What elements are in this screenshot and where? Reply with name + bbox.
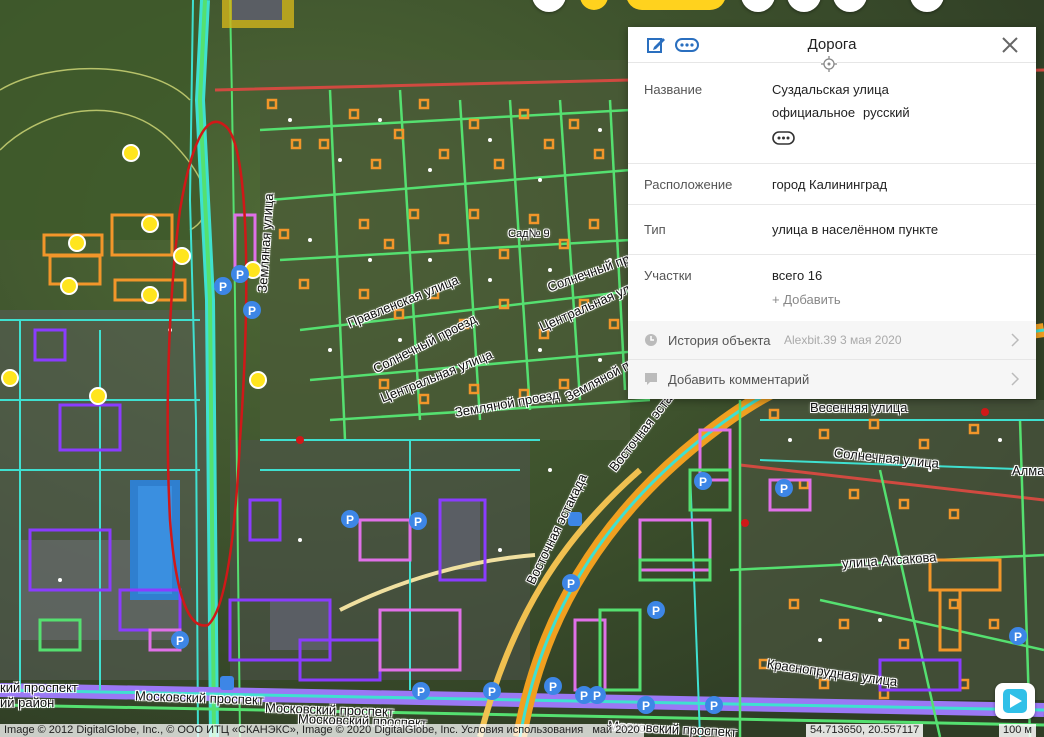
- map-label-street: Весенняя улица: [810, 400, 908, 415]
- map-label-district: ий район: [0, 695, 55, 710]
- svg-text:P: P: [417, 685, 425, 699]
- svg-text:P: P: [176, 634, 184, 648]
- history-row[interactable]: История объекта Alexbit.39 3 мая 2020: [628, 321, 1036, 360]
- compass-icon: [910, 0, 944, 12]
- play-arrow-icon: [1003, 689, 1027, 713]
- svg-text:P: P: [699, 475, 707, 489]
- svg-text:P: P: [346, 513, 354, 527]
- more-names-icon[interactable]: [772, 129, 796, 147]
- name-value[interactable]: Суздальская улица: [772, 82, 889, 97]
- sections-row: Участки всего 16 + Добавить: [628, 255, 1036, 321]
- svg-text:P: P: [580, 689, 588, 703]
- svg-text:P: P: [248, 304, 256, 318]
- sections-label: Участки: [644, 268, 692, 283]
- navigation-button[interactable]: [995, 683, 1035, 719]
- map-label-street: кий проспект: [0, 680, 78, 695]
- add-section-link[interactable]: + Добавить: [772, 292, 841, 307]
- svg-text:P: P: [219, 280, 227, 294]
- svg-text:P: P: [642, 699, 650, 713]
- name-label: Название: [644, 82, 703, 97]
- svg-text:P: P: [236, 268, 244, 282]
- name-type: официальное: [772, 105, 856, 120]
- coordinates-readout: 54.713650, 20.557117: [806, 724, 924, 737]
- svg-text:P: P: [567, 577, 575, 591]
- compass-button[interactable]: [910, 0, 944, 12]
- scale-bar: 100 м: [999, 724, 1036, 737]
- object-info-panel: Дорога Название Суздальская улица официа…: [628, 27, 1036, 399]
- name-lang: русский: [863, 105, 910, 120]
- svg-text:P: P: [593, 689, 601, 703]
- type-row: Тип улица в населённом пункте: [628, 205, 1036, 255]
- chevron-right-icon: [1010, 332, 1020, 348]
- history-meta: Alexbit.39 3 мая 2020: [784, 333, 902, 347]
- panel-header: Дорога: [628, 27, 1036, 72]
- sections-value: всего 16: [772, 268, 823, 283]
- chevron-right-icon: [1010, 371, 1020, 387]
- svg-text:P: P: [652, 604, 660, 618]
- comment-row[interactable]: Добавить комментарий: [628, 360, 1036, 399]
- svg-text:P: P: [549, 680, 557, 694]
- comment-icon: [644, 372, 658, 386]
- map-label-poi: Алмаз: [1012, 463, 1044, 478]
- map-label-garden: Сад№ 9: [508, 228, 550, 240]
- close-icon[interactable]: [1000, 35, 1020, 55]
- panel-title: Дорога: [807, 36, 857, 53]
- location-label: Расположение: [644, 177, 733, 192]
- location-row: Расположение город Калининград: [628, 164, 1036, 205]
- name-row: Название Суздальская улица официальное р…: [628, 63, 1036, 164]
- clock-icon: [644, 333, 658, 347]
- history-label: История объекта: [668, 333, 771, 348]
- copyright-text: Image © 2012 DigitalGlobe, Inc., © ООО И…: [0, 724, 644, 737]
- svg-text:P: P: [1014, 630, 1022, 644]
- svg-text:P: P: [488, 685, 496, 699]
- location-link[interactable]: город Калининград: [772, 177, 887, 192]
- svg-text:P: P: [710, 699, 718, 713]
- type-value[interactable]: улица в населённом пункте: [772, 222, 938, 237]
- type-label: Тип: [644, 222, 666, 237]
- svg-text:P: P: [780, 482, 788, 496]
- svg-text:P: P: [414, 515, 422, 529]
- comment-label: Добавить комментарий: [668, 372, 810, 387]
- toolbar-primary-button[interactable]: [626, 0, 726, 10]
